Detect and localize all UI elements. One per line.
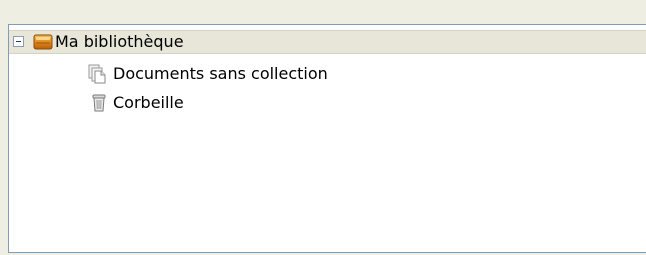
collections-pane: Ma bibliothèque Documents sans collectio…: [0, 0, 646, 255]
tree-item-my-library[interactable]: Ma bibliothèque: [9, 30, 646, 54]
collapse-toggle-icon[interactable]: [13, 36, 24, 47]
documents-icon: [87, 64, 107, 84]
collection-tree: Ma bibliothèque Documents sans collectio…: [8, 24, 646, 253]
library-icon: [33, 32, 53, 52]
tree-item-label: Corbeille: [113, 93, 184, 112]
tree-item-label: Documents sans collection: [113, 64, 328, 83]
tree-item-unfiled-documents[interactable]: Documents sans collection: [9, 62, 646, 86]
tree-item-trash[interactable]: Corbeille: [9, 91, 646, 115]
tree-item-label: Ma bibliothèque: [55, 32, 184, 51]
trash-icon: [89, 93, 109, 113]
